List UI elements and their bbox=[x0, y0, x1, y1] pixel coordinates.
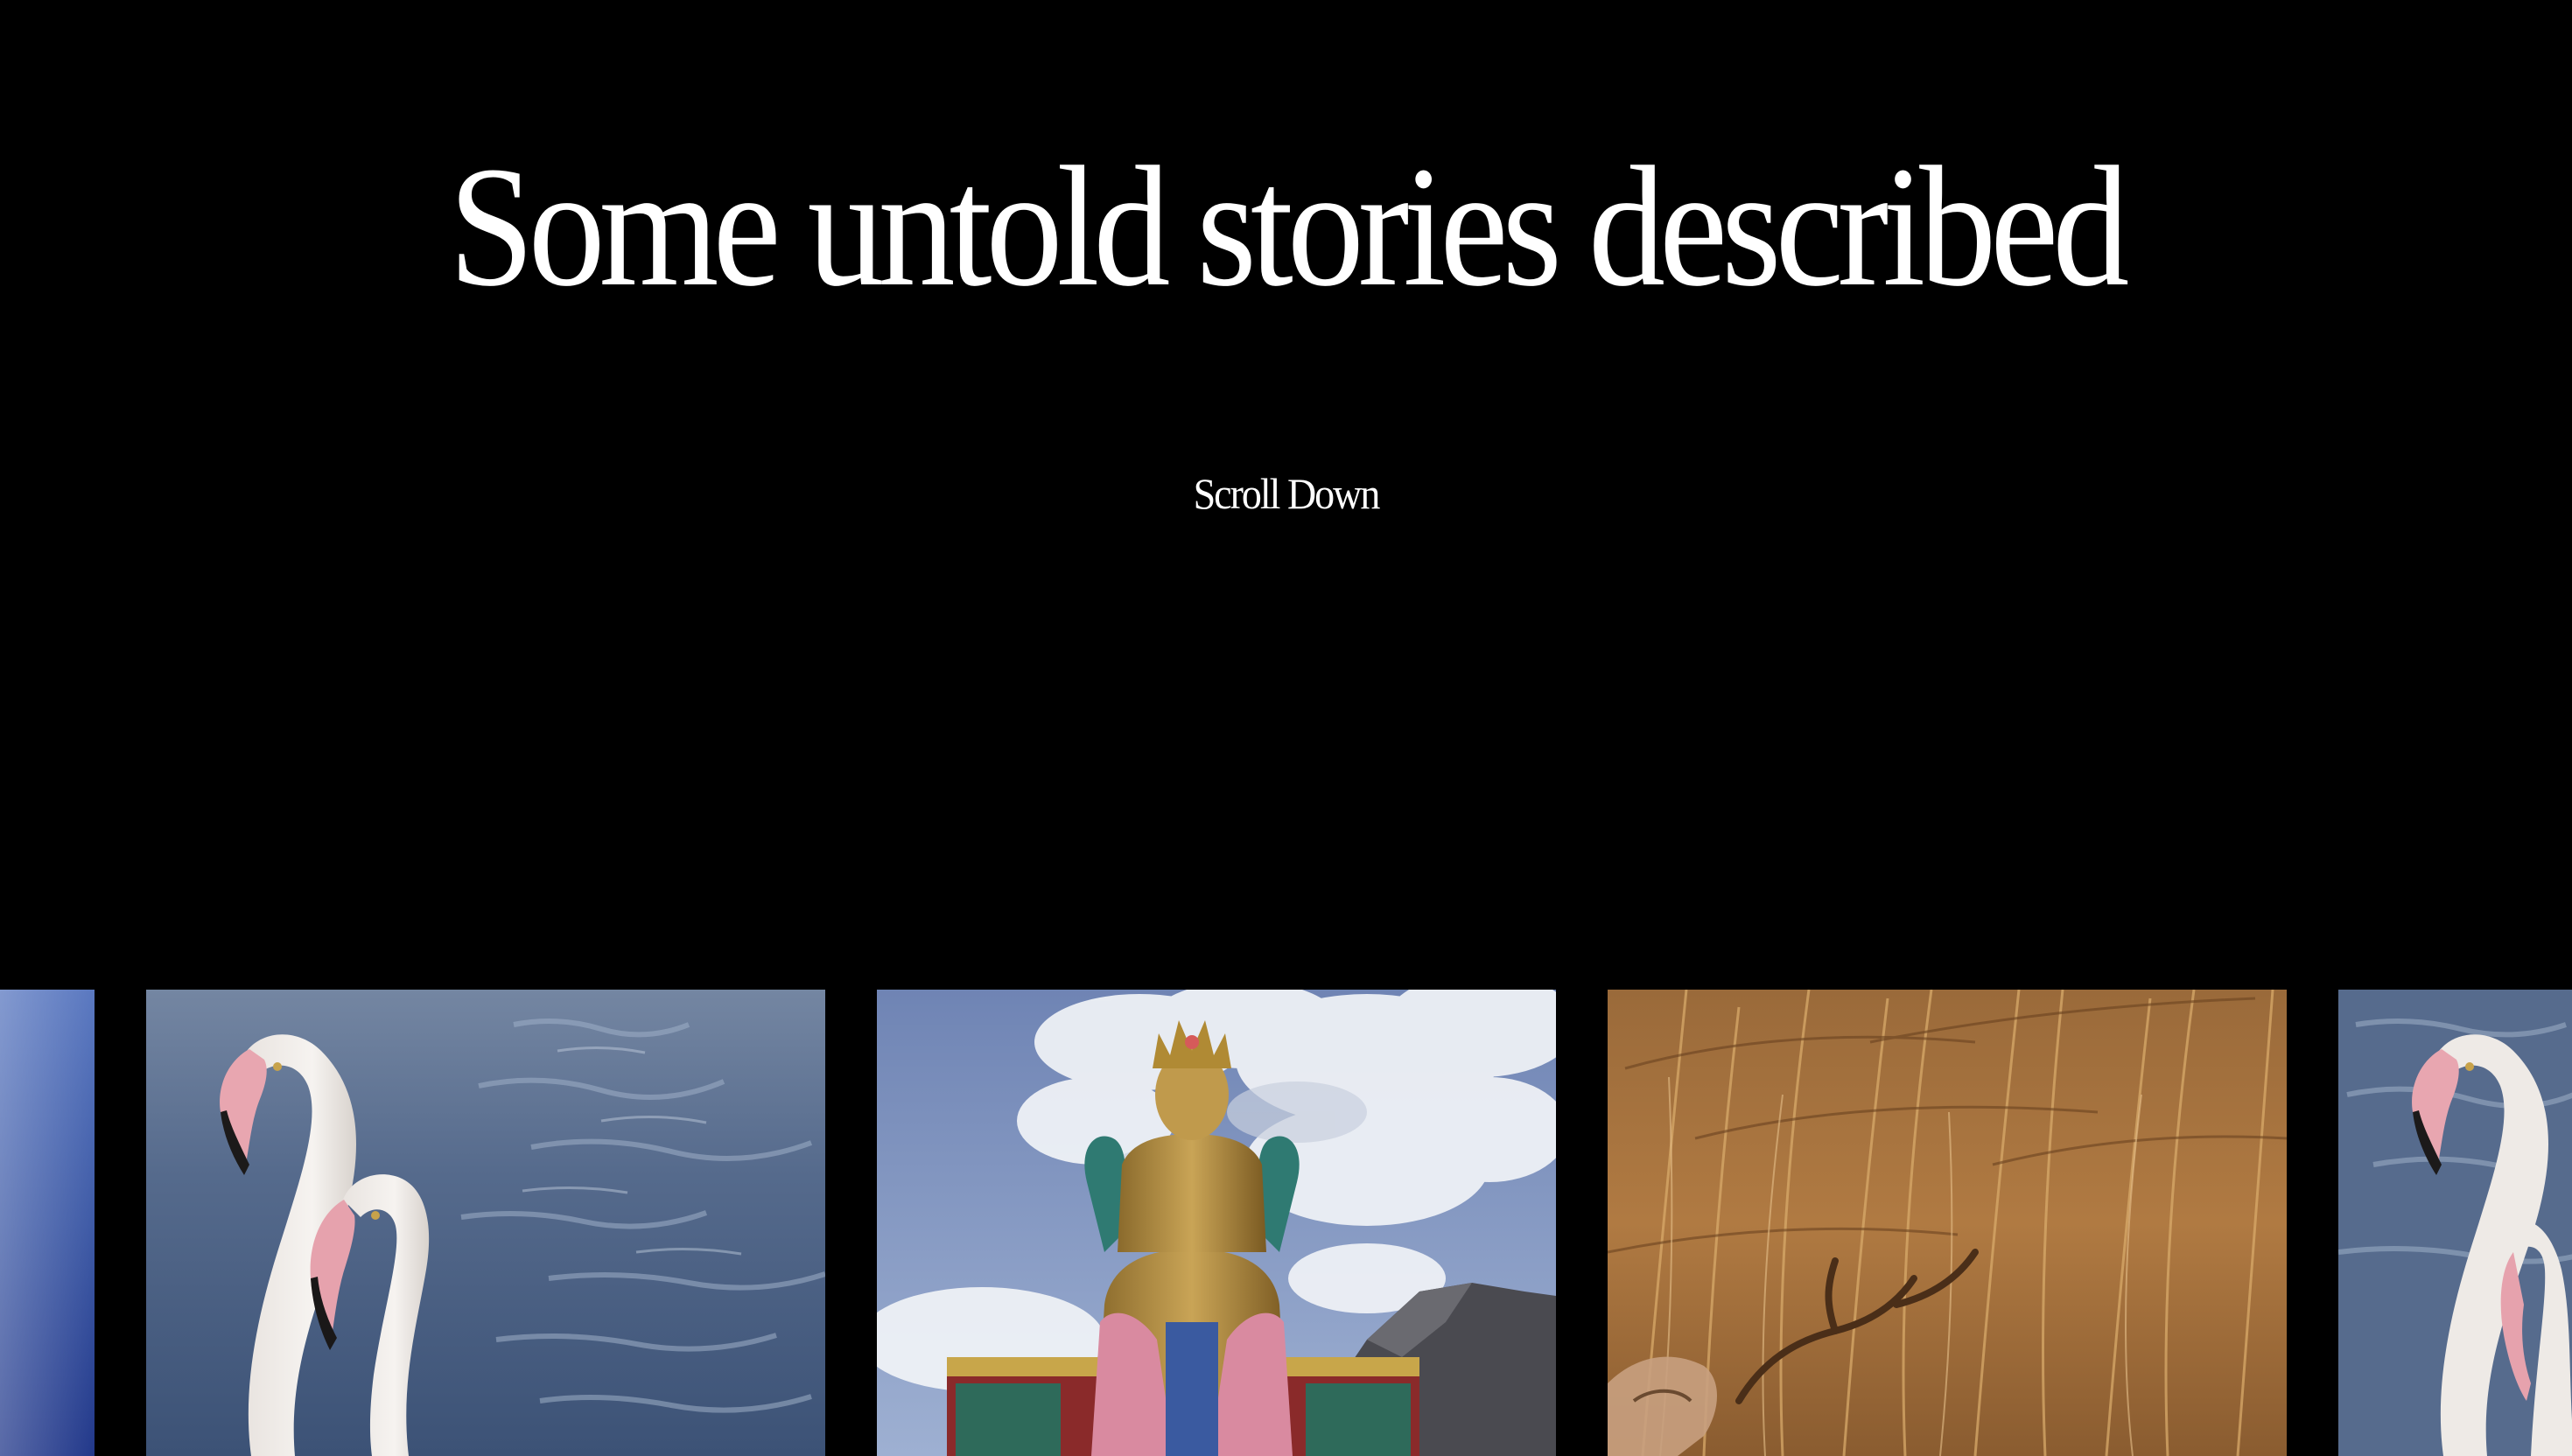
gallery-image-sky[interactable] bbox=[0, 990, 95, 1456]
photo-gallery bbox=[0, 990, 2572, 1456]
buddha-image bbox=[877, 990, 1556, 1456]
gallery-image-flamingos-repeat[interactable] bbox=[2338, 990, 2572, 1456]
flamingos-image bbox=[146, 990, 825, 1456]
gallery-image-buddha[interactable] bbox=[877, 990, 1556, 1456]
gallery-image-deer[interactable] bbox=[1608, 990, 2287, 1456]
scroll-down-link[interactable]: Scroll Down bbox=[0, 466, 2572, 523]
sky-image bbox=[0, 990, 95, 1456]
page-title: Some untold stories described bbox=[448, 131, 2130, 323]
deer-image bbox=[1608, 990, 2287, 1456]
gallery-image-flamingos[interactable] bbox=[146, 990, 825, 1456]
flamingos-image-repeat bbox=[2338, 990, 2572, 1456]
